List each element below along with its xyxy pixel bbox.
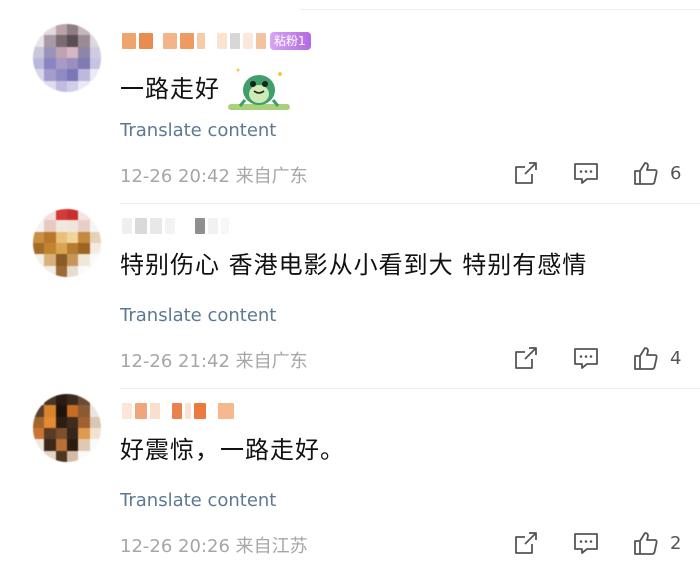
like-count: 6 [670, 162, 682, 184]
like-button[interactable]: 2 [632, 529, 681, 557]
comment-text-body: 好震惊，一路走好。 [120, 436, 345, 464]
comment-actions: 2 [512, 528, 681, 558]
like-button[interactable]: 4 [632, 344, 681, 372]
translate-link[interactable]: Translate content [120, 490, 276, 511]
share-icon[interactable] [512, 529, 540, 557]
comment-text-body: 特别伤心 香港电影从小看到大 特别有感情 [120, 251, 588, 279]
username-pixelated [122, 218, 229, 234]
username-pixelated [122, 403, 234, 419]
comment-meta: 12-26 20:26 来自江苏 [120, 536, 308, 557]
translate-link[interactable]: Translate content [120, 305, 276, 326]
comment-icon[interactable] [572, 159, 600, 187]
username[interactable] [122, 397, 234, 425]
share-icon[interactable] [512, 344, 540, 372]
comment-item: 粘粉1 一路走好 Translate content 12-26 20:42 来… [0, 0, 700, 204]
comment-text: 好震惊，一路走好。 [120, 430, 345, 465]
fan-badge: 粘粉1 [270, 32, 311, 50]
avatar[interactable] [33, 209, 101, 277]
comment-actions: 4 [512, 343, 681, 373]
thumbs-up-icon[interactable] [632, 159, 660, 187]
thumbs-up-icon[interactable] [632, 344, 660, 372]
translate-link[interactable]: Translate content [120, 120, 276, 141]
username[interactable]: 粘粉1 [122, 27, 311, 55]
comment-text: 特别伤心 香港电影从小看到大 特别有感情 [120, 245, 587, 280]
like-count: 2 [670, 532, 682, 554]
like-button[interactable]: 6 [632, 159, 681, 187]
thumbs-up-icon[interactable] [632, 529, 660, 557]
comment-icon[interactable] [572, 529, 600, 557]
comment-item: 特别伤心 香港电影从小看到大 特别有感情 Translate content 1… [0, 185, 700, 389]
username[interactable] [122, 212, 229, 240]
comment-text-body: 一路走好 [120, 74, 220, 103]
comment-actions: 6 [512, 158, 681, 188]
comment-item: 好震惊，一路走好。 Translate content 12-26 20:26 … [0, 370, 700, 560]
avatar[interactable] [33, 24, 101, 92]
comment-icon[interactable] [572, 344, 600, 372]
dinosaur-sticker-icon [228, 60, 290, 112]
share-icon[interactable] [512, 159, 540, 187]
like-count: 4 [670, 347, 682, 369]
comment-text: 一路走好 [120, 60, 290, 112]
avatar[interactable] [33, 394, 101, 462]
username-pixelated [122, 33, 266, 49]
